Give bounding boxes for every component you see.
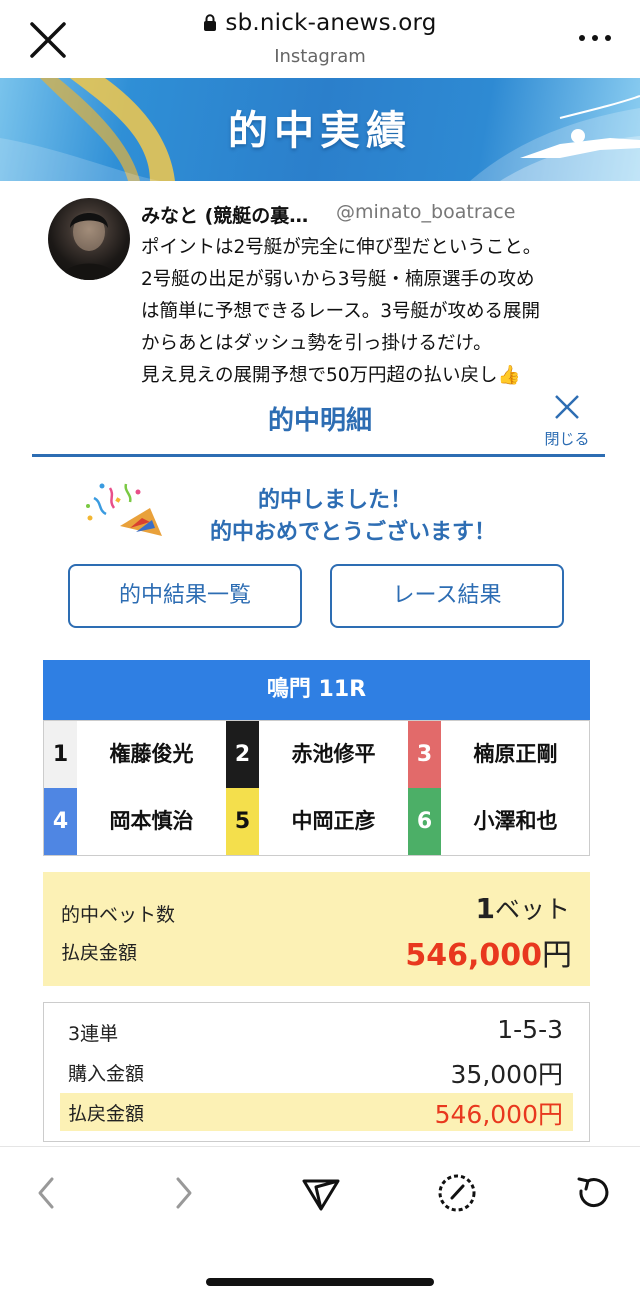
payout-amount: 546,000 [405,938,542,973]
racer-name: 岡本慎治 [109,809,194,833]
race-header: 鳴門 11R [43,660,590,720]
panel-close-label: 閉じる [544,430,590,448]
purchase-label: 購入金額 [68,1063,145,1085]
bet-count-number: 1 [475,892,495,925]
racer-name: 赤池修平 [291,742,376,766]
ticket-payout-amount: 546,000円 [434,1100,563,1129]
payout-unit: 円 [542,938,572,973]
avatar[interactable] [48,198,130,280]
chevron-right-icon[interactable] [158,1169,208,1217]
panel-divider [32,454,605,457]
racer-number: 1 [44,721,77,788]
hit-message-line1: 的中しました！ [257,488,412,513]
purchase-amount: 35,000円 [450,1060,563,1089]
racer-number: 5 [226,788,259,855]
lock-icon [204,14,217,31]
hit-message-line2: 的中おめでとうございます！ [209,520,496,545]
payout-value: 546,000円 [405,930,572,974]
banner-title: 的中実績 [228,108,412,154]
tweet-card: みなと (競艇の裏… @minato_boatrace ポイントは2号艇が完全に… [0,181,640,386]
hit-detail-panel: 的中明細 閉じる 的中しました！ 的中おめでとうございます！ 的中結果一覧 レー… [0,386,640,1146]
hit-summary-box: 的中ベット数 1ベット 払戻金額 546,000円 [43,872,590,986]
send-icon[interactable] [296,1169,346,1217]
payout-label: 払戻金額 [61,942,138,964]
race-results-button[interactable]: レース結果 [330,564,564,628]
tweet-author-handle[interactable]: @minato_boatrace [336,201,515,223]
browser-bottom-toolbar [0,1146,640,1300]
racer-cell-2: 2 赤池修平 [226,721,408,788]
panel-close-button[interactable]: 閉じる [536,390,598,448]
compass-icon[interactable] [432,1169,482,1217]
racer-cell-1: 1 権藤俊光 [44,721,226,788]
browser-top-bar: sb.nick-anews.org Instagram [0,0,640,78]
racer-grid: 1 権藤俊光 2 赤池修平 3 楠原正剛 4 岡本慎治 5 中岡正彦 6 小澤和… [43,720,590,856]
tweet-text-line: ポイントは2号艇が完全に伸び型だということ。 [141,237,542,258]
ticket-payout-label: 払戻金額 [68,1103,145,1125]
results-banner: 的中実績 [0,78,640,181]
tweet-text-line: 見え見えの展開予想で50万円超の払い戻し👍 [141,365,521,386]
close-icon [555,395,579,419]
url-text: sb.nick-anews.org [225,10,437,36]
racer-name: 楠原正剛 [473,742,558,766]
hit-results-list-button[interactable]: 的中結果一覧 [68,564,302,628]
chevron-left-icon[interactable] [22,1169,72,1217]
more-dots-icon[interactable] [570,20,620,56]
tweet-text-line: 2号艇の出足が弱いから3号艇・楠原選手の攻め [141,269,535,290]
bet-type-label: 3連単 [68,1023,119,1045]
racer-cell-3: 3 楠原正剛 [408,721,590,788]
racer-name: 小澤和也 [473,809,558,833]
racer-cell-4: 4 岡本慎治 [44,788,226,855]
bet-count-value: 1ベット [476,890,571,926]
racer-name: 中岡正彦 [291,809,376,833]
home-indicator [206,1278,434,1286]
racer-cell-5: 5 中岡正彦 [226,788,408,855]
bet-combination: 1-5-3 [497,1015,563,1044]
racer-number: 6 [408,788,441,855]
racer-number: 2 [226,721,259,788]
racer-number: 4 [44,788,77,855]
racer-name: 権藤俊光 [109,742,194,766]
tweet-text-line: は簡単に予想できるレース。3号艇が攻める展開 [141,301,540,322]
tweet-author-name[interactable]: みなと (競艇の裏… [141,201,308,228]
racer-number: 3 [408,721,441,788]
tweet-text-line: からあとはダッシュ勢を引っ掛けるだけ。 [141,333,492,354]
url-bar[interactable]: sb.nick-anews.org [0,10,640,36]
bet-count-label: 的中ベット数 [61,904,176,926]
reload-icon[interactable] [568,1169,618,1217]
ticket-detail-box: 3連単 1-5-3 購入金額 35,000円 払戻金額 546,000円 [43,1002,590,1142]
browser-subtitle: Instagram [274,46,366,67]
bet-count-unit: ベット [494,895,570,924]
racer-cell-6: 6 小澤和也 [408,788,590,855]
